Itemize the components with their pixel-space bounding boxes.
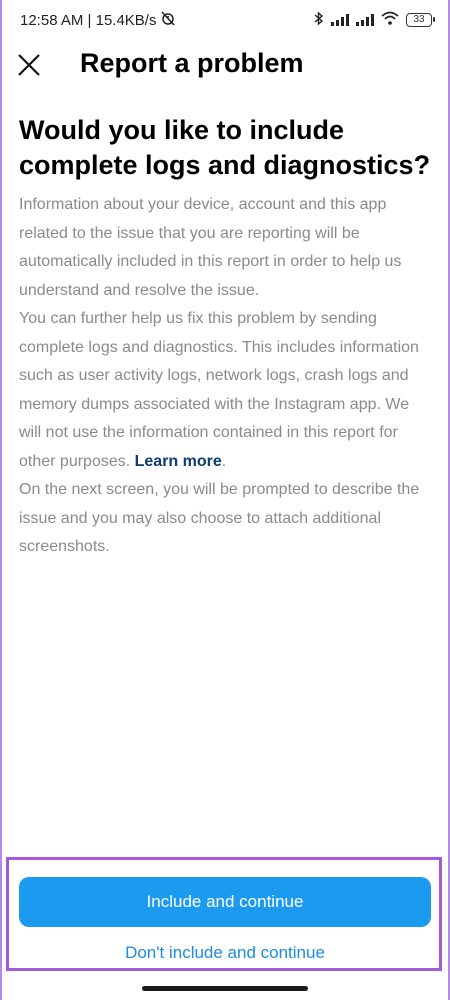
info-paragraph: Information about your device, account a…: [19, 196, 402, 299]
status-time-speed: 12:58 AM | 15.4KB/s: [20, 11, 157, 29]
learn-more-link[interactable]: Learn more: [135, 453, 222, 470]
dont-include-and-continue-button[interactable]: Don't include and continue: [19, 938, 431, 968]
signal-icon: [331, 14, 349, 26]
logs-paragraph-text: You can further help us fix this problem…: [19, 310, 419, 470]
next-screen-paragraph: On the next screen, you will be prompted…: [19, 481, 420, 555]
logs-paragraph: You can further help us fix this problem…: [19, 305, 434, 476]
include-and-continue-button[interactable]: Include and continue: [19, 877, 431, 927]
app-header: Report a problem: [0, 40, 450, 90]
signal-icon: [356, 14, 374, 26]
period-text: .: [221, 452, 227, 470]
alarm-off-icon: [160, 10, 176, 30]
home-indicator[interactable]: [142, 986, 308, 991]
battery-icon: 33: [406, 13, 435, 27]
close-icon[interactable]: [16, 52, 42, 83]
status-left: 12:58 AM | 15.4KB/s: [20, 10, 176, 30]
main-content: Would you like to include complete logs …: [19, 113, 434, 562]
wifi-icon: [381, 11, 399, 29]
status-bar: 12:58 AM | 15.4KB/s 33: [0, 0, 450, 40]
page-title: Report a problem: [80, 48, 304, 78]
bluetooth-icon: [314, 10, 324, 30]
close-button[interactable]: [12, 50, 46, 84]
status-right: 33: [314, 10, 435, 30]
dialog-heading: Would you like to include complete logs …: [19, 115, 431, 180]
